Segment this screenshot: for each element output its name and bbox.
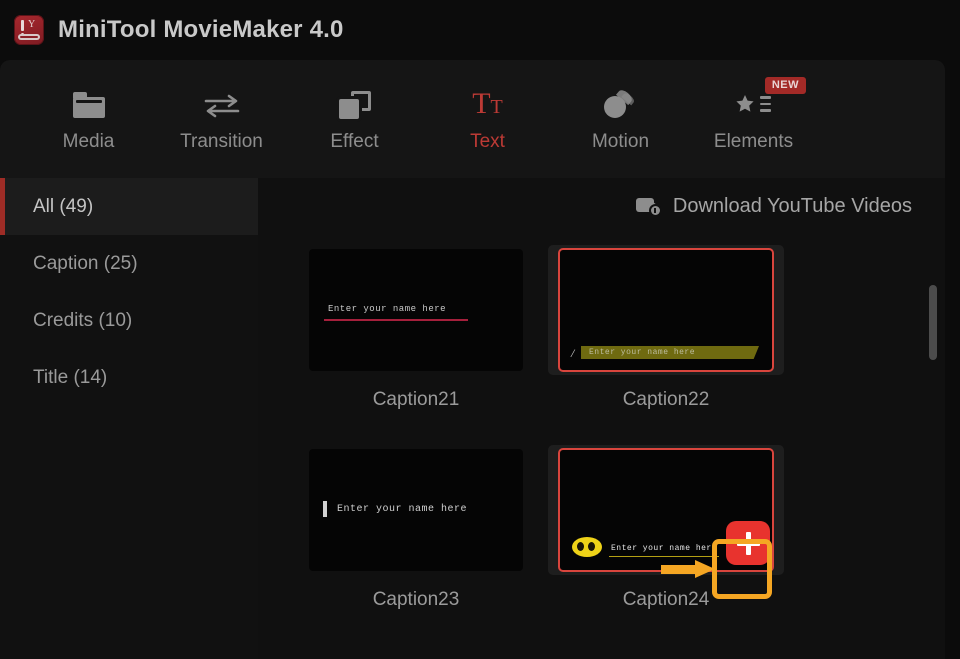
sidebar-item-title[interactable]: Title (14) — [0, 349, 258, 406]
nav-tab-media[interactable]: Media — [22, 69, 155, 169]
grid-scrollbar-track[interactable] — [929, 235, 937, 655]
add-template-button[interactable] — [726, 521, 770, 565]
folder-icon — [72, 85, 105, 125]
content-area: All (49) Caption (25) Credits (10) Title… — [0, 178, 945, 659]
template-preview-caption23: Enter your name here — [309, 449, 523, 571]
quote-mark-icon — [572, 537, 602, 557]
template-card-caption24[interactable]: Enter your name here Caption24 — [541, 445, 791, 645]
template-card-caption23[interactable]: Enter your name here Caption23 — [291, 445, 541, 645]
motion-icon — [603, 85, 639, 125]
preview-underline — [324, 319, 468, 321]
plus-icon — [736, 540, 760, 546]
template-grid: Enter your name here Caption21 / Enter y… — [258, 235, 945, 645]
template-card-caption24-label: Caption24 — [622, 589, 710, 610]
template-card-caption22-label: Caption22 — [622, 389, 710, 410]
minitool-app-icon: Y — [14, 15, 44, 45]
nav-tab-motion[interactable]: Motion — [554, 69, 687, 169]
template-thumbnail-wrap: Enter your name here — [548, 445, 784, 575]
grid-scrollbar-thumb[interactable] — [929, 285, 937, 360]
preview-text-caption22: Enter your name here — [589, 348, 696, 357]
nav-tab-effect-label: Effect — [330, 131, 379, 152]
template-card-caption21[interactable]: Enter your name here Caption21 — [291, 245, 541, 445]
nav-tab-media-label: Media — [62, 131, 115, 152]
template-card-caption21-label: Caption21 — [372, 389, 460, 410]
template-thumbnail-wrap: Enter your name here — [298, 445, 534, 575]
template-thumbnail-wrap: Enter your name here — [298, 245, 534, 375]
main-panel: Media Transition Effect TT Text Motion N… — [0, 60, 945, 659]
nav-tab-effect[interactable]: Effect — [288, 69, 421, 169]
template-preview-caption22: / Enter your name here — [558, 248, 774, 372]
nav-tab-motion-label: Motion — [591, 131, 650, 152]
preview-text-caption23: Enter your name here — [337, 504, 468, 515]
category-sidebar: All (49) Caption (25) Credits (10) Title… — [0, 178, 258, 659]
preview-slash-mark: / — [571, 346, 575, 360]
sidebar-item-all[interactable]: All (49) — [0, 178, 258, 235]
preview-underline — [609, 555, 719, 557]
nav-tab-text[interactable]: TT Text — [421, 69, 554, 169]
nav-tab-text-label: Text — [470, 131, 505, 152]
nav-tab-elements[interactable]: NEW Elements — [687, 69, 820, 169]
nav-tab-transition-label: Transition — [180, 131, 263, 152]
app-window: Y MiniTool MovieMaker 4.0 Media Transiti… — [0, 0, 960, 659]
sidebar-item-credits-label: Credits (10) — [33, 309, 133, 331]
download-youtube-videos-label: Download YouTube Videos — [672, 195, 912, 217]
preview-text-caption21: Enter your name here — [328, 304, 447, 314]
nav-tab-transition[interactable]: Transition — [155, 69, 288, 169]
template-preview-caption21: Enter your name here — [309, 249, 523, 371]
sidebar-item-caption[interactable]: Caption (25) — [0, 235, 258, 292]
preview-text-caption24: Enter your name here — [611, 544, 718, 553]
sidebar-item-credits[interactable]: Credits (10) — [0, 292, 258, 349]
transition-icon — [202, 85, 242, 125]
youtube-download-icon — [635, 198, 660, 215]
top-navigation-bar: Media Transition Effect TT Text Motion N… — [0, 60, 945, 178]
template-thumbnail-wrap: / Enter your name here — [548, 245, 784, 375]
sidebar-item-caption-label: Caption (25) — [33, 252, 138, 274]
sidebar-item-title-label: Title (14) — [33, 366, 108, 388]
grid-header: Download YouTube Videos — [258, 178, 945, 235]
title-bar: Y MiniTool MovieMaker 4.0 — [0, 0, 960, 60]
download-youtube-videos-button[interactable]: Download YouTube Videos — [635, 195, 912, 218]
window-title: MiniTool MovieMaker 4.0 — [58, 16, 344, 43]
template-card-caption23-label: Caption23 — [372, 589, 460, 610]
effect-icon — [338, 85, 371, 125]
template-grid-area: Download YouTube Videos Enter your name … — [258, 178, 945, 659]
sidebar-item-all-label: All (49) — [33, 195, 94, 217]
preview-bar-mark — [323, 501, 327, 517]
nav-tab-elements-label: Elements — [713, 131, 794, 152]
text-icon: TT — [472, 86, 503, 120]
template-card-caption22[interactable]: / Enter your name here Caption22 — [541, 245, 791, 445]
